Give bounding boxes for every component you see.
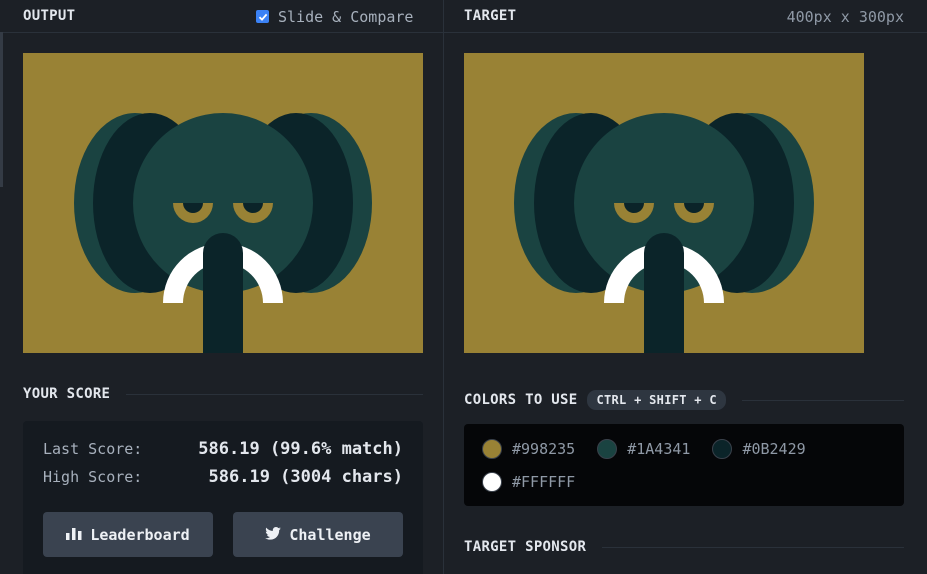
color-swatch[interactable]: #1A4341 [597, 439, 690, 459]
last-score-value: 586.19 (99.6% match) [198, 439, 403, 459]
leaderboard-button[interactable]: Leaderboard [43, 512, 213, 557]
output-title: OUTPUT [23, 8, 76, 24]
score-box: Last Score: 586.19 (99.6% match) High Sc… [23, 421, 423, 574]
swatch-dot [712, 439, 733, 459]
last-score-row: Last Score: 586.19 (99.6% match) [43, 439, 403, 459]
section-divider [602, 546, 904, 548]
copy-colors-shortcut-badge: CTRL + SHIFT + C [587, 390, 726, 410]
bar-chart-icon [66, 526, 82, 544]
leaderboard-label: Leaderboard [90, 525, 190, 544]
twitter-bird-icon [265, 526, 282, 544]
target-panel: TARGET 400px x 300px COLORS TO USE CTRL … [444, 0, 927, 574]
section-divider [126, 393, 423, 395]
output-header: OUTPUT Slide & Compare [0, 0, 443, 33]
color-swatch[interactable]: #998235 [482, 439, 575, 459]
colors-title: COLORS TO USE [464, 392, 578, 408]
swatch-dot [482, 439, 502, 459]
target-title: TARGET [464, 8, 517, 24]
section-divider [741, 399, 904, 401]
challenge-button[interactable]: Challenge [233, 512, 403, 557]
target-size-label: 400px x 300px [786, 7, 904, 26]
score-title: YOUR SCORE [23, 386, 111, 402]
swatch-row-2: #FFFFFF [482, 472, 575, 492]
color-swatch[interactable]: #FFFFFF [482, 472, 575, 492]
swatch-hex: #FFFFFF [512, 473, 576, 491]
scroll-edge [0, 32, 3, 187]
output-panel: OUTPUT Slide & Compare YOUR SCORE Last S… [0, 0, 443, 574]
colors-box: #998235 #1A4341 #0B2429 #FFFFFF [464, 424, 904, 506]
challenge-label: Challenge [289, 525, 371, 544]
slide-compare-label: Slide & Compare [278, 7, 414, 26]
color-swatch[interactable]: #0B2429 [712, 439, 806, 459]
swatch-dot [597, 439, 618, 459]
sponsor-section-header: TARGET SPONSOR [464, 539, 904, 555]
swatch-dot [482, 472, 502, 492]
last-score-label: Last Score: [43, 440, 143, 458]
high-score-value: 586.19 (3004 chars) [208, 467, 403, 487]
high-score-row: High Score: 586.19 (3004 chars) [43, 467, 403, 487]
swatch-row-1: #998235 #1A4341 #0B2429 [482, 439, 806, 459]
target-canvas [464, 53, 864, 353]
slide-compare-toggle[interactable]: Slide & Compare [256, 0, 413, 33]
swatch-hex: #998235 [512, 440, 576, 458]
high-score-label: High Score: [43, 468, 143, 486]
elephant-output-image [23, 53, 423, 353]
score-section-header: YOUR SCORE [23, 386, 423, 402]
elephant-target-image [464, 53, 864, 353]
output-canvas[interactable] [23, 53, 423, 353]
swatch-hex: #1A4341 [627, 440, 691, 458]
swatch-hex: #0B2429 [742, 440, 806, 458]
colors-section-header: COLORS TO USE CTRL + SHIFT + C [464, 390, 904, 410]
sponsor-title: TARGET SPONSOR [464, 539, 587, 555]
target-header: TARGET 400px x 300px [444, 0, 927, 33]
checkbox-checked-icon[interactable] [256, 10, 269, 23]
